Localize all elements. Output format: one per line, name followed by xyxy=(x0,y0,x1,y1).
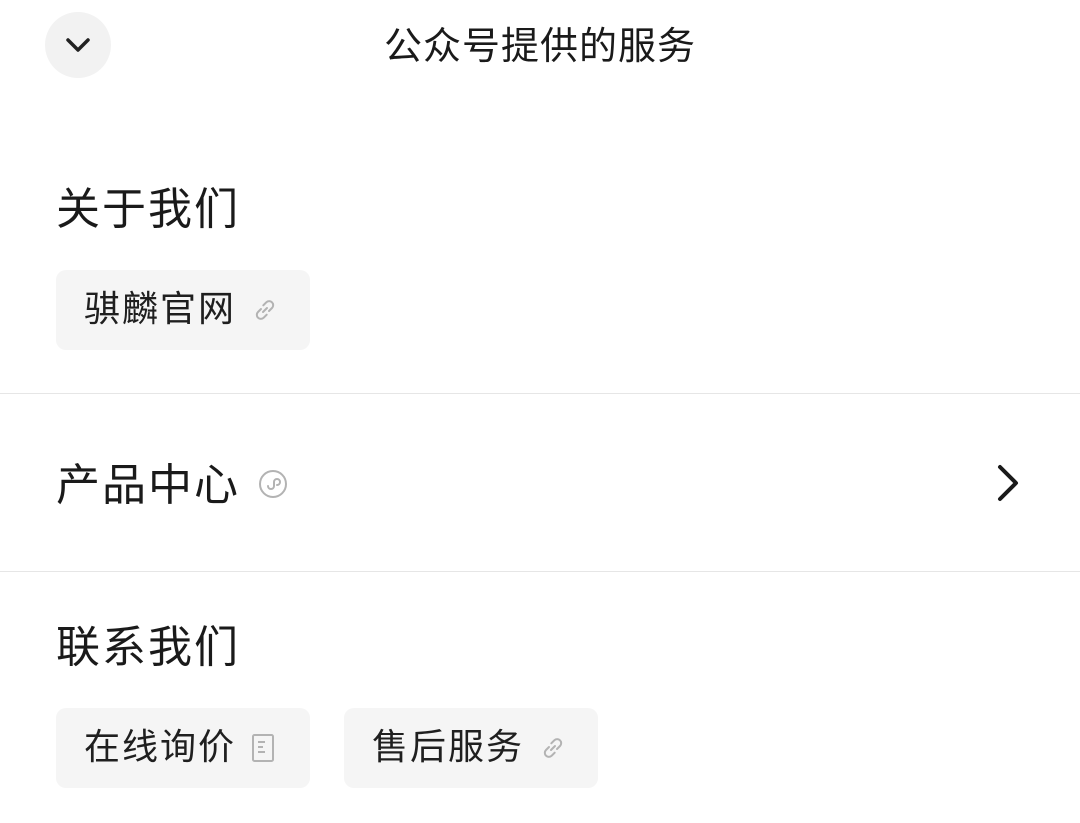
chip-label: 售后服务 xyxy=(372,727,525,768)
website-link-chip[interactable]: 骐麟官网 xyxy=(56,270,310,350)
chip-label: 骐麟官网 xyxy=(84,289,237,330)
services-panel: 公众号提供的服务 关于我们 骐麟官网 产品中心 联系我们 在线询价 售后服务 xyxy=(0,0,1080,823)
panel-header: 公众号提供的服务 xyxy=(0,0,1080,95)
section-title-about: 关于我们 xyxy=(56,184,240,235)
online-inquiry-chip[interactable]: 在线询价 xyxy=(56,708,310,788)
mini-program-icon xyxy=(258,469,288,503)
chip-label: 在线询价 xyxy=(84,727,237,768)
link-icon xyxy=(538,733,568,763)
after-sales-chip[interactable]: 售后服务 xyxy=(344,708,598,788)
section-divider xyxy=(0,571,1080,572)
document-icon xyxy=(250,733,276,763)
chevron-right-icon[interactable] xyxy=(994,462,1022,508)
panel-title: 公众号提供的服务 xyxy=(383,24,696,68)
section-title-contact: 联系我们 xyxy=(56,622,240,673)
link-icon xyxy=(250,295,280,325)
section-title-products: 产品中心 xyxy=(56,460,240,511)
